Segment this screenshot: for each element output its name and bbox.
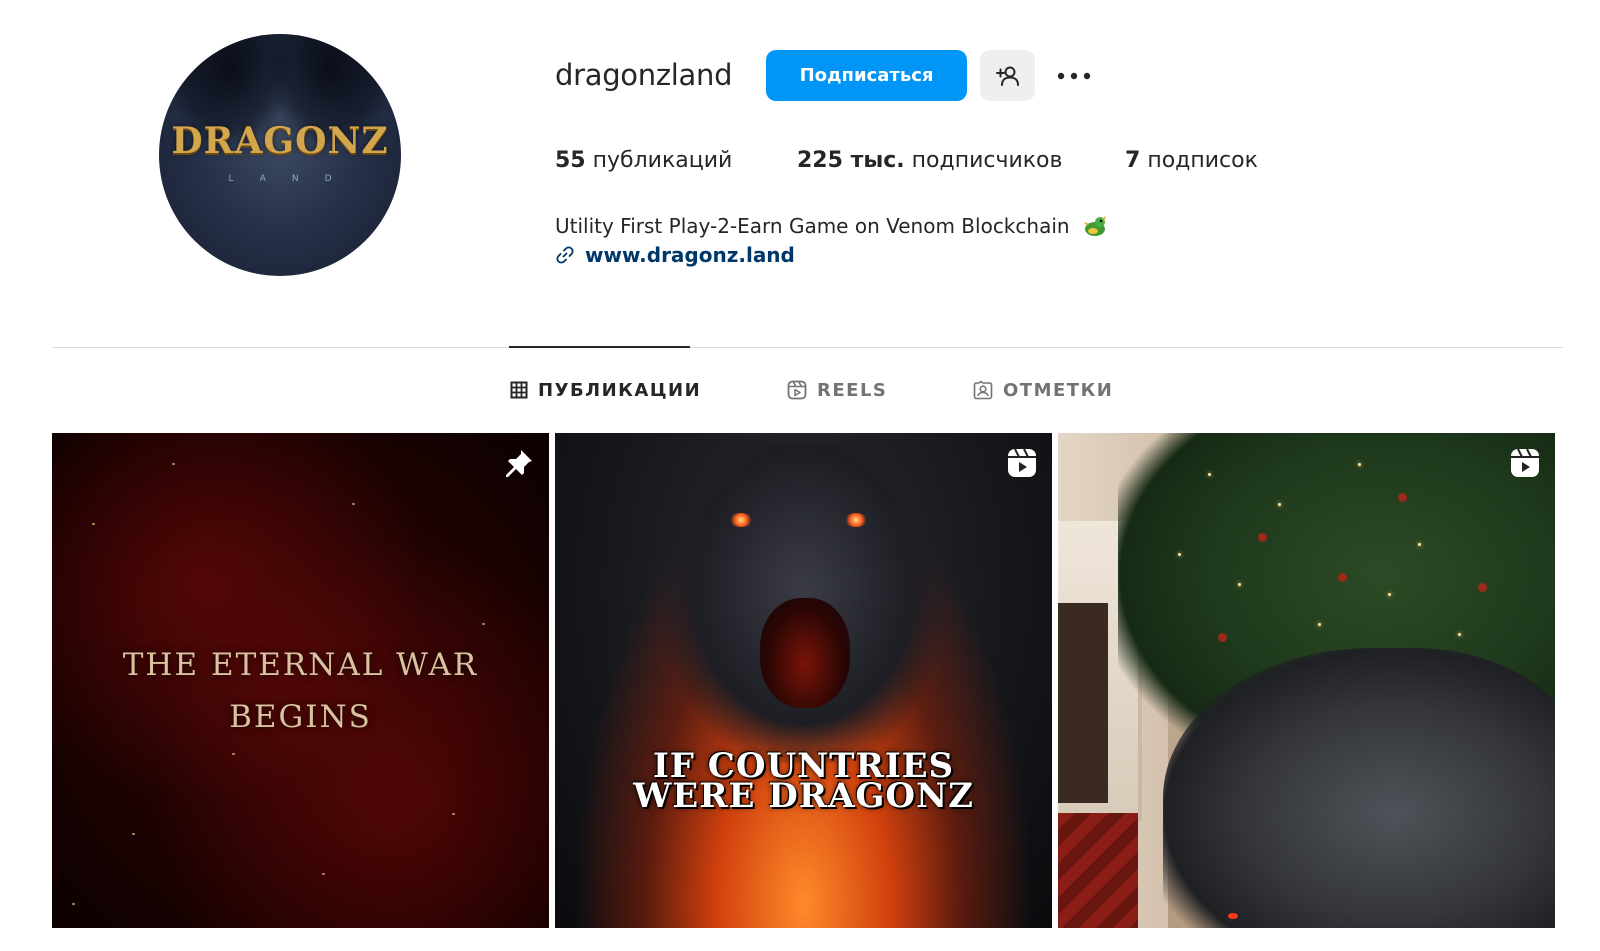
more-icon <box>1057 72 1091 80</box>
tree-light <box>1418 543 1421 546</box>
tree-light <box>1358 463 1361 466</box>
tab-posts[interactable]: ПУБЛИКАЦИИ <box>510 378 701 402</box>
pin-icon <box>506 450 532 477</box>
tree-light <box>1178 553 1181 556</box>
post-tile[interactable] <box>1058 433 1555 928</box>
reel-icon <box>1511 448 1539 477</box>
posts-stat: 55 публикаций <box>555 148 732 173</box>
dragon-mouth <box>760 598 850 708</box>
avatar-logo-text: DRAGONZ <box>171 120 389 162</box>
following-stat[interactable]: 7 подписок <box>1125 148 1258 173</box>
tree-light <box>1318 623 1321 626</box>
tree-ornament <box>1478 583 1487 592</box>
post-tile[interactable]: IF COUNTRIES WERE DRAGONZ <box>555 433 1052 928</box>
tree-light <box>1238 583 1241 586</box>
profile-bio: Utility First Play-2-Earn Game on Venom … <box>555 214 1108 238</box>
fireplace-opening <box>1058 603 1108 803</box>
post-overlay-line: THE ETERNAL WAR <box>122 647 479 683</box>
website-link-text: www.dragonz.land <box>585 243 795 267</box>
ember-particle <box>172 463 175 465</box>
profile-divider <box>52 347 1563 348</box>
ember-particle <box>322 873 325 875</box>
following-label: подписок <box>1147 148 1258 173</box>
more-options-button[interactable] <box>1052 58 1096 94</box>
avatar-logo-subtext: LAND <box>228 174 358 184</box>
gift-boxes <box>1058 813 1138 928</box>
active-tab-indicator <box>509 346 690 348</box>
ember-particle <box>232 753 235 755</box>
ember-particle <box>452 813 455 815</box>
tree-light <box>1208 473 1211 476</box>
ember-particle <box>132 833 135 835</box>
post-tile[interactable]: THE ETERNAL WAR BEGINS <box>52 433 549 928</box>
tree-ornament <box>1398 493 1407 502</box>
tab-posts-label: ПУБЛИКАЦИИ <box>538 379 702 401</box>
reel-icon <box>1008 448 1036 477</box>
tagged-icon <box>973 380 993 400</box>
follow-button[interactable]: Подписаться <box>766 50 967 101</box>
ember-particle <box>482 623 485 625</box>
ember-particle <box>92 523 95 525</box>
dragon-eye <box>730 513 752 527</box>
tab-tagged[interactable]: ОТМЕТКИ <box>973 378 1113 402</box>
tab-tagged-label: ОТМЕТКИ <box>1003 379 1114 401</box>
profile-avatar[interactable]: DRAGONZ LAND <box>159 34 401 276</box>
post-overlay-text: THE ETERNAL WAR BEGINS <box>52 639 549 743</box>
following-count: 7 <box>1125 148 1141 173</box>
post-overlay-text: IF COUNTRIES WERE DRAGONZ <box>555 749 1052 816</box>
tree-ornament <box>1218 633 1227 642</box>
profile-website-link[interactable]: www.dragonz.land <box>555 243 795 267</box>
followers-stat[interactable]: 225 тыс. подписчиков <box>797 148 1062 173</box>
tree-ornament <box>1338 573 1347 582</box>
tab-reels[interactable]: REELS <box>787 378 887 402</box>
post-overlay-line: WERE DRAGONZ <box>633 776 974 816</box>
posts-label: публикаций <box>592 148 733 173</box>
add-user-icon <box>995 66 1019 86</box>
link-icon <box>556 246 574 264</box>
tree-ornament <box>1258 533 1267 542</box>
tree-light <box>1278 503 1281 506</box>
tab-reels-label: REELS <box>817 379 888 401</box>
followers-label: подписчиков <box>911 148 1063 173</box>
profile-username: dragonzland <box>555 58 733 92</box>
dragon-eye <box>845 513 867 527</box>
ember-particle <box>72 903 75 905</box>
grid-icon <box>510 381 528 399</box>
suggest-people-button[interactable] <box>980 50 1035 101</box>
followers-count: 225 тыс. <box>797 148 905 173</box>
dragon-eye <box>1228 913 1238 919</box>
bio-text: Utility First Play-2-Earn Game on Venom … <box>555 214 1070 238</box>
dragon-emoji-icon <box>1083 216 1106 236</box>
posts-count: 55 <box>555 148 586 173</box>
tree-light <box>1458 633 1461 636</box>
tree-light <box>1388 593 1391 596</box>
reels-icon <box>787 380 807 400</box>
ember-particle <box>352 503 355 505</box>
post-overlay-line: BEGINS <box>229 699 372 735</box>
